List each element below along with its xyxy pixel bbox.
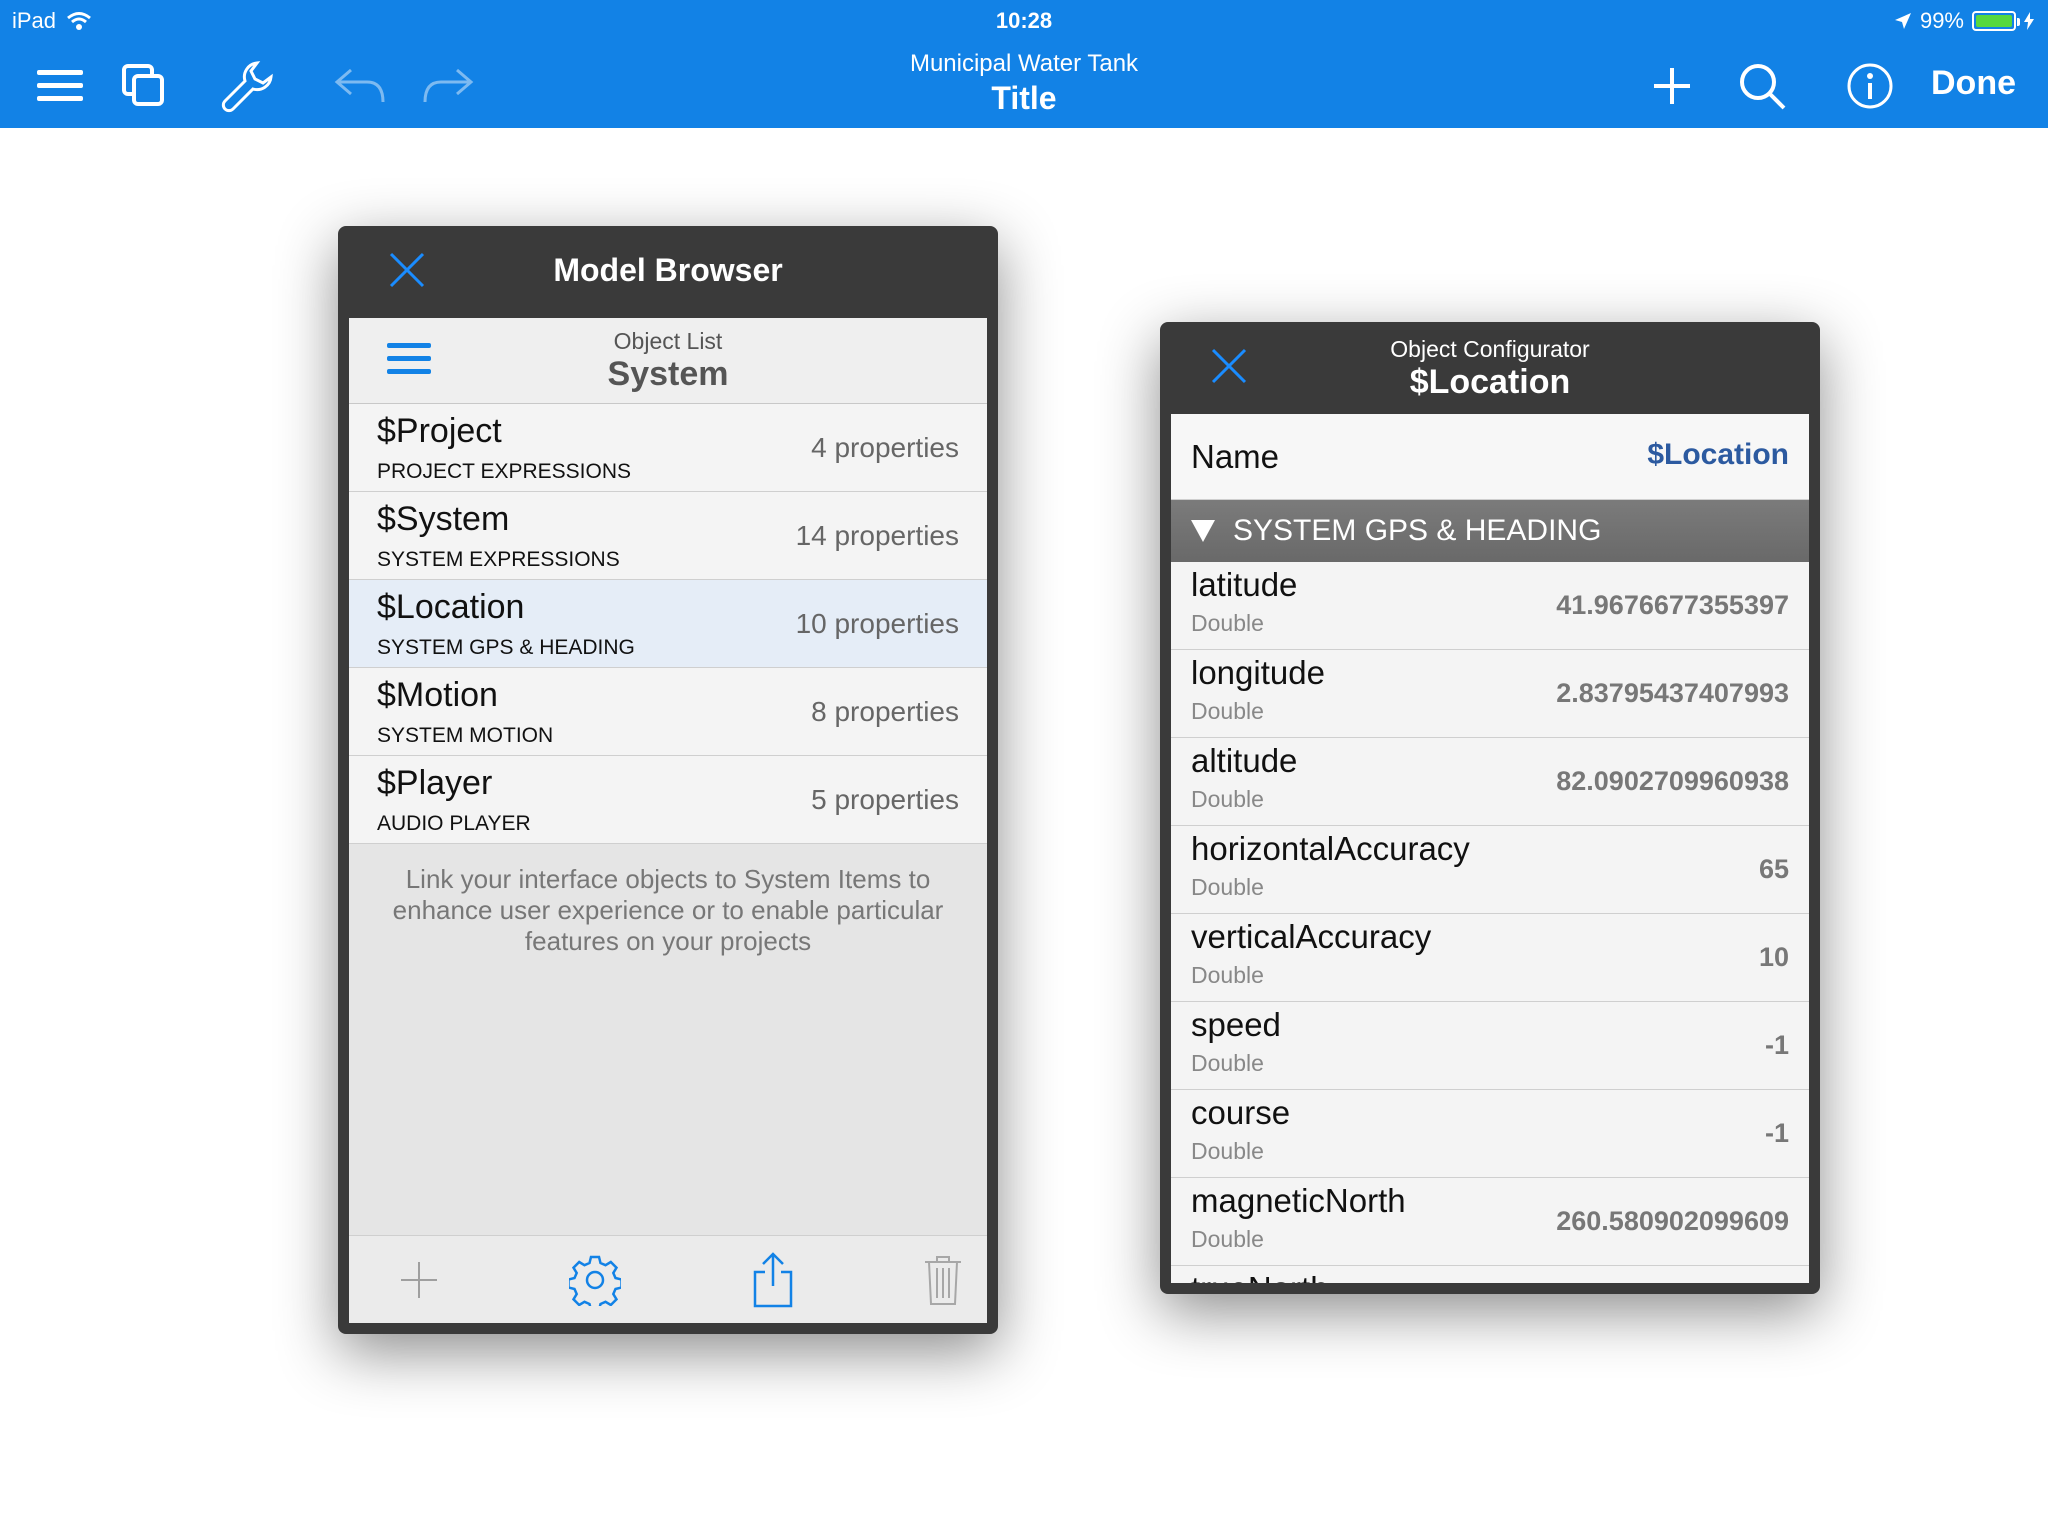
object-configurator-panel: Object Configurator $Location Name $Loca… <box>1160 322 1820 1294</box>
plus-icon[interactable] <box>391 1252 447 1308</box>
search-icon[interactable] <box>1732 56 1792 116</box>
item-count: 14 properties <box>795 520 959 551</box>
item-count: 8 properties <box>811 696 959 727</box>
charging-icon <box>2024 12 2034 30</box>
list-item[interactable]: $Project PROJECT EXPRESSIONS 4 propertie… <box>349 404 987 492</box>
property-type: Double <box>1191 1138 1264 1164</box>
property-value: 65 <box>1758 854 1789 884</box>
property-name: trueNorth <box>1191 1270 1329 1283</box>
status-bar: iPad 10:28 99% <box>0 0 2048 42</box>
item-name: $Project <box>377 412 502 450</box>
property-name: speed <box>1191 1006 1281 1043</box>
model-browser-header: Model Browser <box>338 226 998 318</box>
list-item[interactable]: $System SYSTEM EXPRESSIONS 14 properties <box>349 492 987 580</box>
share-icon[interactable] <box>745 1252 801 1308</box>
list-item[interactable]: $Motion SYSTEM MOTION 8 properties <box>349 668 987 756</box>
object-configurator-body: Name $Location SYSTEM GPS & HEADING lati… <box>1171 414 1809 1283</box>
done-button[interactable]: Done <box>1931 64 2016 103</box>
item-name: $Location <box>377 588 525 626</box>
battery-fill <box>1976 15 2012 27</box>
property-name: altitude <box>1191 742 1298 779</box>
property-value: -1 <box>1764 1118 1789 1148</box>
gear-icon[interactable] <box>567 1252 623 1308</box>
property-name: magneticNorth <box>1191 1182 1406 1219</box>
property-row[interactable]: altitude Double 82.0902709960938 <box>1171 738 1809 826</box>
item-desc: PROJECT EXPRESSIONS <box>377 460 632 483</box>
item-count: 10 properties <box>795 608 959 639</box>
trash-icon[interactable] <box>915 1252 971 1308</box>
battery-percent: 99% <box>1919 8 1964 33</box>
close-icon[interactable] <box>1206 346 1252 392</box>
property-value: 82.0902709960938 <box>1556 766 1789 796</box>
status-right: 99% <box>1894 8 2034 34</box>
item-desc: AUDIO PLAYER <box>377 812 531 835</box>
property-type: Double <box>1191 874 1264 900</box>
property-row[interactable]: horizontalAccuracy Double 65 <box>1171 826 1809 914</box>
property-name: verticalAccuracy <box>1191 918 1432 955</box>
property-value: 10 <box>1758 942 1789 972</box>
model-browser-body: Object List System $Project PROJECT EXPR… <box>349 318 987 1323</box>
model-browser-toolbar <box>349 1235 987 1323</box>
location-arrow-icon <box>1894 13 1911 29</box>
property-value: 260.580902099609 <box>1556 1206 1789 1236</box>
battery-icon <box>1972 11 2020 31</box>
list-item[interactable]: $Player AUDIO PLAYER 5 properties <box>349 756 987 844</box>
section-header[interactable]: SYSTEM GPS & HEADING <box>1171 500 1809 562</box>
property-value: 2.83795437407993 <box>1556 678 1789 708</box>
name-label: Name <box>1191 438 1280 475</box>
list-menu-icon[interactable] <box>387 342 431 381</box>
configurator-subtitle: Object Configurator <box>1390 336 1590 362</box>
property-row[interactable]: magneticNorth Double 260.580902099609 <box>1171 1178 1809 1266</box>
property-row[interactable]: latitude Double 41.9676677355397 <box>1171 562 1809 650</box>
object-list-subtitle: Object List <box>613 328 723 354</box>
model-browser-panel: Model Browser Object List System $Projec… <box>338 226 998 1334</box>
property-value: -1 <box>1764 1030 1789 1060</box>
property-row-partial[interactable]: trueNorth <box>1171 1266 1809 1283</box>
property-type: Double <box>1191 1050 1264 1076</box>
clock: 10:28 <box>995 8 1053 33</box>
item-desc: SYSTEM MOTION <box>377 724 554 747</box>
property-name: course <box>1191 1094 1291 1131</box>
name-value[interactable]: $Location <box>1647 438 1789 472</box>
model-browser-title: Model Browser <box>553 252 783 288</box>
property-name: horizontalAccuracy <box>1191 830 1470 867</box>
property-row[interactable]: course Double -1 <box>1171 1090 1809 1178</box>
item-count: 4 properties <box>811 432 959 463</box>
object-list-title: System <box>607 355 729 393</box>
item-name: $Motion <box>377 676 498 714</box>
item-name: $Player <box>377 764 493 802</box>
name-row[interactable]: Name $Location <box>1171 414 1809 500</box>
property-type: Double <box>1191 610 1264 636</box>
disclosure-triangle-icon <box>1191 520 1215 542</box>
item-desc: SYSTEM GPS & HEADING <box>377 636 635 659</box>
item-desc: SYSTEM EXPRESSIONS <box>377 548 620 571</box>
property-name: latitude <box>1191 566 1298 603</box>
property-row[interactable]: speed Double -1 <box>1171 1002 1809 1090</box>
configurator-title: $Location <box>1409 363 1571 401</box>
property-type: Double <box>1191 786 1264 812</box>
property-row[interactable]: verticalAccuracy Double 10 <box>1171 914 1809 1002</box>
property-type: Double <box>1191 1226 1264 1252</box>
hint-text: Link your interface objects to System It… <box>392 864 944 956</box>
object-list-header: Object List System <box>349 318 987 404</box>
property-value: 41.9676677355397 <box>1556 590 1789 620</box>
item-count: 5 properties <box>811 784 959 815</box>
list-item-selected[interactable]: $Location SYSTEM GPS & HEADING 10 proper… <box>349 580 987 668</box>
property-type: Double <box>1191 698 1264 724</box>
top-bar: iPad 10:28 99% Municipal Water Tank Titl… <box>0 0 2048 128</box>
section-label: SYSTEM GPS & HEADING <box>1233 514 1602 547</box>
info-icon[interactable] <box>1840 56 1900 116</box>
property-type: Double <box>1191 962 1264 988</box>
close-icon[interactable] <box>384 250 430 296</box>
plus-icon[interactable] <box>1642 56 1702 116</box>
property-name: longitude <box>1191 654 1325 691</box>
object-configurator-header: Object Configurator $Location <box>1160 322 1820 414</box>
item-name: $System <box>377 500 510 538</box>
property-row[interactable]: longitude Double 2.83795437407993 <box>1171 650 1809 738</box>
